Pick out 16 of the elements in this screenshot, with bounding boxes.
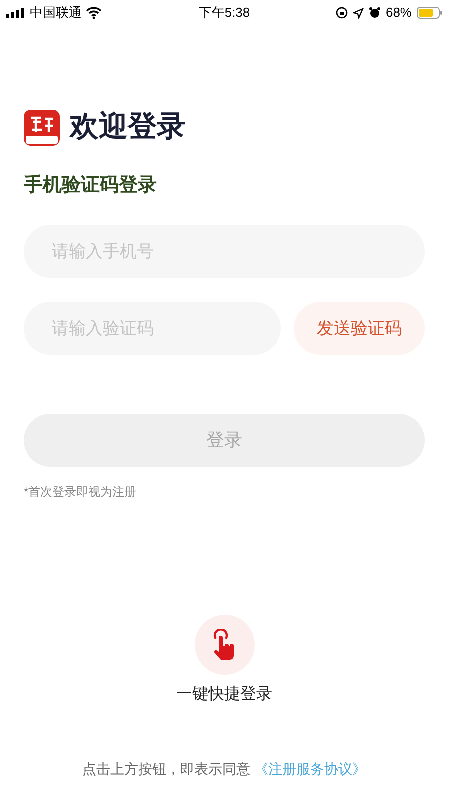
quick-login-label: 一键快捷登录 — [176, 684, 272, 705]
app-logo-icon — [24, 110, 60, 146]
rotation-lock-icon — [336, 7, 348, 19]
login-method-title: 手机验证码登录 — [24, 174, 158, 198]
page-title: 欢迎登录 — [70, 110, 186, 145]
location-icon — [352, 8, 364, 18]
agreement-link[interactable]: 《注册服务协议》 — [254, 759, 366, 780]
agreement-text: 点击上方按钮，即表示同意 — [82, 760, 250, 779]
battery-icon — [417, 7, 443, 19]
battery-percent: 68% — [386, 4, 412, 22]
status-time: 下午5:38 — [198, 4, 252, 22]
register-note: *首次登录即视为注册 — [24, 484, 138, 501]
send-code-button[interactable]: 发送验证码 — [294, 302, 425, 355]
signal-icon — [6, 8, 26, 18]
wifi-icon — [86, 7, 102, 19]
carrier-name: 中国联通 — [30, 4, 82, 22]
